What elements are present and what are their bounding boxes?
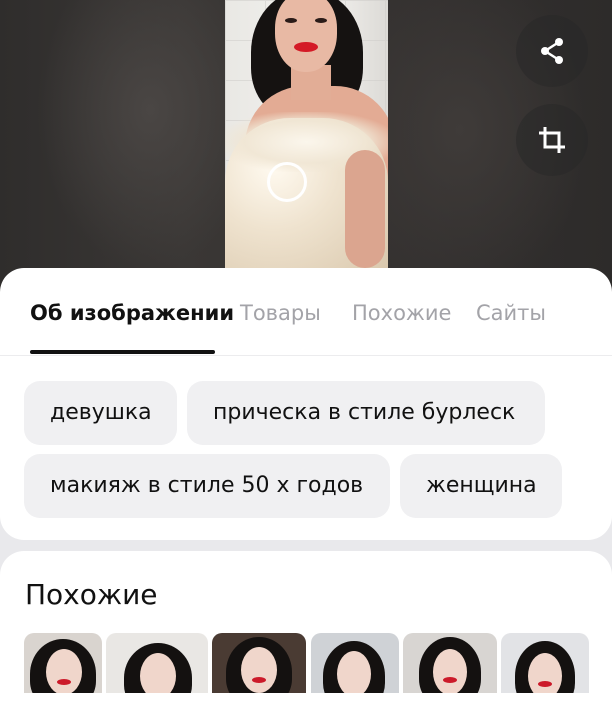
tab-bar: Об изображении Товары Похожие Сайты [0,268,612,356]
info-sheet: Об изображении Товары Похожие Сайты деву… [0,268,612,540]
share-button[interactable] [516,15,588,87]
similar-thumbnail[interactable] [311,633,399,693]
share-icon [541,38,563,64]
active-tab-indicator [30,350,215,354]
tab-about-image[interactable]: Об изображении [30,298,234,328]
photo-face [275,0,337,72]
main-photo[interactable] [225,0,388,268]
similar-thumbnail[interactable] [24,633,102,693]
similar-section: Похожие [0,551,612,711]
similar-title: Похожие [25,578,158,611]
similar-thumbnail[interactable] [212,633,306,693]
tab-products[interactable]: Товары [240,298,321,328]
tag-chip[interactable]: женщина [400,454,562,518]
crop-button[interactable] [516,104,588,176]
lens-circle-icon[interactable] [267,162,307,202]
similar-thumbnail[interactable] [501,633,589,693]
tab-sites[interactable]: Сайты [476,298,546,328]
tab-similar[interactable]: Похожие [352,298,451,328]
similar-thumbnail[interactable] [403,633,497,693]
tag-chip[interactable]: девушка [24,381,177,445]
similar-thumbnail[interactable] [106,633,208,693]
crop-icon [539,127,565,153]
tabs-divider [0,355,612,356]
image-viewer [0,0,612,300]
tag-chip[interactable]: прическа в стиле бурлеск [187,381,545,445]
tag-chip[interactable]: макияж в стиле 50 х годов [24,454,390,518]
